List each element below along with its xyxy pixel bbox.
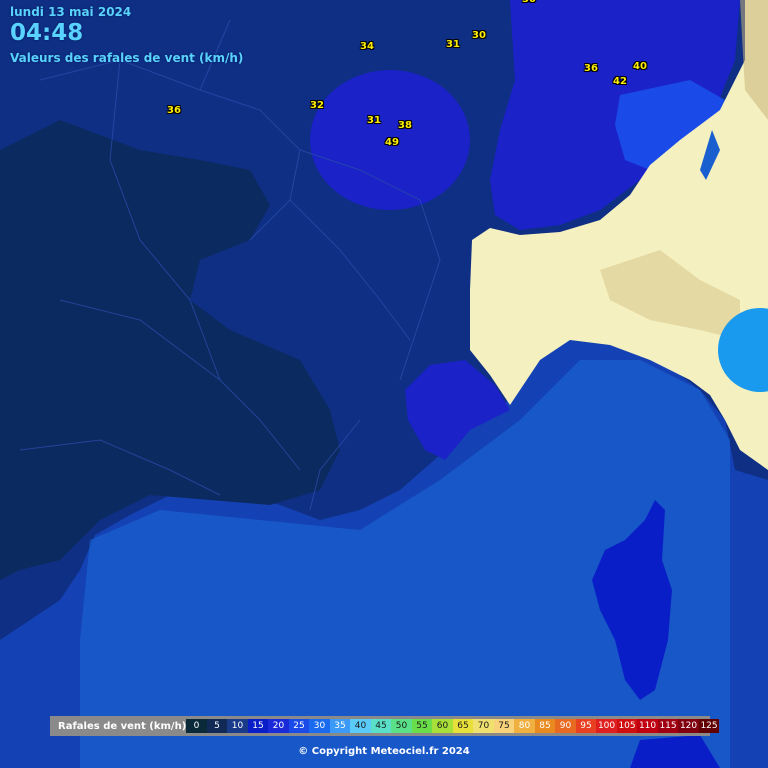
legend-step: 40 [350, 719, 371, 733]
map-date: lundi 13 mai 2024 [10, 5, 132, 19]
weather-map: lundi 13 mai 2024 04:48 Valeurs des rafa… [0, 0, 768, 768]
legend-step: 115 [657, 719, 679, 733]
legend-step: 85 [534, 719, 556, 733]
legend-step: 35 [329, 719, 351, 733]
legend-step: 75 [493, 719, 515, 733]
legend-scale: 0 5 10 15 20 25 30 35 40 45 50 55 60 65 70 75 80 85 90 95 10… [186, 719, 720, 733]
legend-step: 30 [309, 719, 330, 733]
legend-step: 65 [452, 719, 474, 733]
gust-value: 40 [633, 61, 647, 72]
gust-value: 42 [613, 76, 627, 87]
map-canvas [0, 0, 768, 768]
gust-value: 34 [360, 41, 374, 52]
map-time: 04:48 [10, 20, 84, 46]
gust-value: 36 [584, 63, 598, 74]
gust-value: 30 [522, 0, 536, 5]
legend-step: 120 [678, 719, 699, 733]
legend-step: 5 [206, 719, 228, 733]
legend-step: 50 [391, 719, 412, 733]
legend-step: 80 [514, 719, 535, 733]
legend-title: Rafales de vent (km/h) [58, 720, 187, 732]
legend-step: 20 [268, 719, 289, 733]
legend-step: 45 [370, 719, 392, 733]
legend-step: 25 [288, 719, 310, 733]
gust-value: 36 [167, 105, 181, 116]
legend-step: 95 [575, 719, 597, 733]
legend-step: 90 [555, 719, 576, 733]
legend-step: 110 [637, 719, 658, 733]
legend-step: 60 [432, 719, 453, 733]
gust-value: 38 [398, 120, 412, 131]
legend-step: 15 [247, 719, 269, 733]
gust-value: 31 [446, 39, 460, 50]
gust-value: 30 [472, 30, 486, 41]
color-legend: Rafales de vent (km/h) 0 5 10 15 20 25 30 35 40 4… [50, 716, 720, 736]
gust-value: 49 [385, 137, 399, 148]
gust-value: 31 [367, 115, 381, 126]
legend-step: 100 [596, 719, 617, 733]
map-subtitle: Valeurs des rafales de vent (km/h) [10, 51, 244, 65]
legend-step: 105 [616, 719, 638, 733]
legend-step: 70 [473, 719, 494, 733]
legend-step: 10 [227, 719, 248, 733]
gust-value: 32 [310, 100, 324, 111]
legend-step: 125 [698, 719, 720, 733]
legend-step: 55 [411, 719, 433, 733]
copyright-notice: © Copyright Meteociel.fr 2024 [298, 746, 470, 757]
legend-step: 0 [186, 719, 207, 733]
